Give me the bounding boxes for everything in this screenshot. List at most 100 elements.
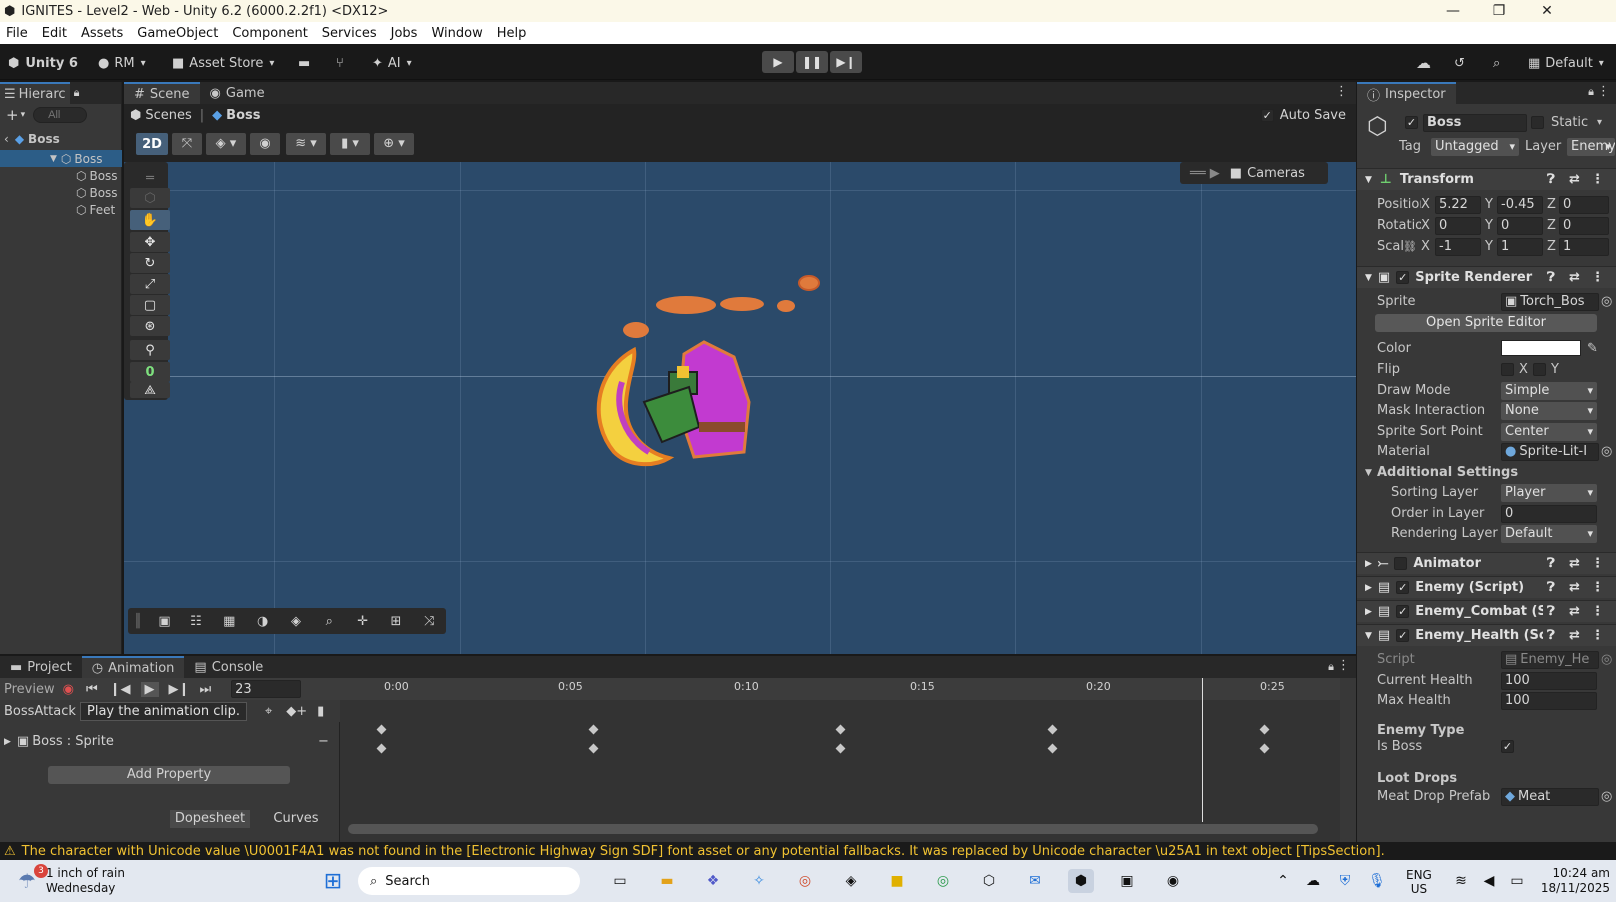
keyframe[interactable] xyxy=(1259,724,1270,735)
step-button[interactable]: ▶❙ xyxy=(830,51,862,73)
rotation-z-field[interactable]: 0 xyxy=(1559,216,1609,235)
keyframe[interactable] xyxy=(1259,743,1270,754)
file-explorer-icon[interactable]: ▬ xyxy=(654,869,680,893)
menu-window[interactable]: Window xyxy=(431,26,482,41)
help-icon[interactable]: ❓︎ xyxy=(1547,580,1555,595)
last-frame-icon[interactable]: ⏭ xyxy=(199,682,211,697)
visibility-icon[interactable]: ◉ xyxy=(250,133,280,155)
camera-dropdown[interactable]: ▮ ▾ xyxy=(330,133,370,155)
target-icon[interactable]: ◎ xyxy=(1601,444,1612,459)
search-icon[interactable]: ⌕ xyxy=(1493,52,1500,74)
position-z-field[interactable]: 0 xyxy=(1559,195,1609,214)
battery-icon[interactable]: ▭ xyxy=(1504,869,1530,893)
record-icon[interactable]: ◉ xyxy=(63,682,74,697)
more-icon[interactable]: ⋮ xyxy=(1597,84,1610,99)
volume-icon[interactable]: ◀︎ xyxy=(1476,869,1502,893)
copilot-icon[interactable]: ✧ xyxy=(746,869,772,893)
menu-component[interactable]: Component xyxy=(232,26,307,41)
pivot-icon[interactable]: ⟁ xyxy=(130,382,170,398)
tab-game[interactable]: ◉ Game xyxy=(200,82,275,104)
scale-icon[interactable]: ⤢ xyxy=(130,274,170,294)
menu-assets[interactable]: Assets xyxy=(81,26,123,41)
chrome-icon[interactable]: ◎ xyxy=(792,869,818,893)
keyframe[interactable] xyxy=(376,743,387,754)
add-icon[interactable]: + xyxy=(6,106,19,124)
auto-save-toggle[interactable]: ✓ Auto Save xyxy=(1260,108,1346,123)
layer-dropdown[interactable]: Enemy xyxy=(1567,137,1615,156)
package-icon[interactable]: ▬ xyxy=(298,52,310,74)
add-property-button[interactable]: Add Property xyxy=(48,766,290,784)
sorting-layer-dropdown[interactable]: Player xyxy=(1501,483,1597,502)
menu-edit[interactable]: Edit xyxy=(42,26,67,41)
tool-counter[interactable]: 0 xyxy=(130,362,170,382)
static-checkbox[interactable] xyxy=(1531,116,1544,129)
layers-icon[interactable]: ◈ xyxy=(279,614,312,629)
keyframe[interactable] xyxy=(1047,743,1058,754)
scale-z-field[interactable]: 1 xyxy=(1559,237,1609,256)
draw-mode-dropdown[interactable]: ◈ ▾ xyxy=(206,133,246,155)
unity-hub-icon[interactable]: ⬡ xyxy=(976,869,1002,893)
tab-project[interactable]: ▬ Project xyxy=(0,656,82,678)
animator-header[interactable]: ▶ ⤚ Animator ❓︎ ⇄ ⋮ xyxy=(1357,552,1616,574)
preset-icon[interactable]: ⇄ xyxy=(1569,628,1580,643)
breadcrumb-boss[interactable]: ◆ Boss xyxy=(212,108,260,123)
object-name-field[interactable]: Boss xyxy=(1423,113,1527,132)
help-icon[interactable]: ❓︎ xyxy=(1547,270,1555,285)
rendering-layer-dropdown[interactable]: Default xyxy=(1501,524,1597,543)
horizontal-scrollbar[interactable] xyxy=(348,824,1318,834)
playhead[interactable] xyxy=(1202,678,1203,822)
rect-icon[interactable]: ▣ xyxy=(150,614,179,629)
task-view-icon[interactable]: ▭ xyxy=(607,869,633,893)
menu-help[interactable]: Help xyxy=(497,26,527,41)
active-checkbox[interactable]: ✓ xyxy=(1405,116,1418,129)
menu-file[interactable]: File xyxy=(6,26,28,41)
sprite-renderer-header[interactable]: ▼ ▣ ✓ Sprite Renderer ❓︎ ⇄ ⋮ xyxy=(1357,266,1616,288)
menu-jobs[interactable]: Jobs xyxy=(391,26,418,41)
sprite-field[interactable]: ▣ Torch_Bos xyxy=(1501,292,1599,311)
transform-header[interactable]: ▼ ⊥ Transform ❓︎ ⇄ ⋮ xyxy=(1357,168,1616,190)
layers-dropdown[interactable]: ≋ ▾ xyxy=(286,133,326,155)
remove-icon[interactable]: − xyxy=(318,734,329,749)
onedrive-icon[interactable]: ☁ xyxy=(1300,869,1326,893)
help-icon[interactable]: ❓︎ xyxy=(1547,172,1555,187)
play-button[interactable]: ▶ xyxy=(762,51,794,73)
app-icon[interactable]: ◈ xyxy=(838,869,864,893)
drag-handle[interactable]: ═ xyxy=(130,168,170,188)
chevron-down-icon[interactable]: ▾ xyxy=(1597,117,1602,128)
keyframe[interactable] xyxy=(1047,724,1058,735)
pause-button[interactable]: ❚❚ xyxy=(796,51,828,73)
hierarchy-item[interactable]: ▼ ⬡ Boss xyxy=(0,150,122,167)
tab-hierarchy[interactable]: ☰ Hierarc xyxy=(0,82,70,104)
hierarchy-item[interactable]: ⬡ Boss xyxy=(76,167,118,184)
flip-x-checkbox[interactable] xyxy=(1501,363,1514,376)
enemy-combat-header[interactable]: ▶▤✓Enemy_Combat (Scr❓︎⇄⋮ xyxy=(1357,600,1616,622)
add-keyframe-icon[interactable]: ⌖ xyxy=(265,704,272,719)
position-y-field[interactable]: -0.45 xyxy=(1497,195,1543,214)
clip-dropdown[interactable]: BossAttack xyxy=(4,704,80,719)
dopesheet-tab[interactable]: Dopesheet xyxy=(170,810,250,828)
color-swatch[interactable] xyxy=(1501,340,1581,356)
breadcrumb-scenes[interactable]: ⬢ Scenes xyxy=(130,108,192,123)
lock-icon[interactable]: 🔒︎ xyxy=(74,86,80,100)
lock-icon[interactable]: 🔒︎ xyxy=(1328,660,1334,674)
preset-icon[interactable]: ⇄ xyxy=(1569,270,1580,285)
next-frame-icon[interactable]: ▶❙ xyxy=(169,682,190,697)
hierarchy-item[interactable]: ⬡ Boss xyxy=(76,184,118,201)
ai-dropdown[interactable]: ✦ AI ▾ xyxy=(372,52,412,74)
keyframe[interactable] xyxy=(376,724,387,735)
current-health-field[interactable]: 100 xyxy=(1501,671,1597,690)
asset-store-dropdown[interactable]: ■ Asset Store ▾ xyxy=(172,52,274,74)
target-icon[interactable]: ◎ xyxy=(1601,294,1612,309)
scale-y-field[interactable]: 1 xyxy=(1497,237,1543,256)
teams-icon[interactable]: ❖ xyxy=(700,869,726,893)
keyframe[interactable] xyxy=(835,724,846,735)
console-status-bar[interactable]: ⚠ The character with Unicode value \U0001… xyxy=(0,842,1616,860)
additional-settings-foldout[interactable]: ▼ Additional Settings xyxy=(1357,462,1616,483)
first-frame-icon[interactable]: ⏮ xyxy=(86,682,98,697)
unity-account-button[interactable]: ⬢ Unity 6 xyxy=(8,52,78,74)
frame-field[interactable]: 23 xyxy=(231,680,302,698)
messenger-icon[interactable]: ✉ xyxy=(1022,869,1048,893)
tilemap-icon[interactable]: ▦ xyxy=(213,614,246,629)
windows-start-icon[interactable]: ⊞ xyxy=(320,869,346,894)
menu-services[interactable]: Services xyxy=(322,26,377,41)
